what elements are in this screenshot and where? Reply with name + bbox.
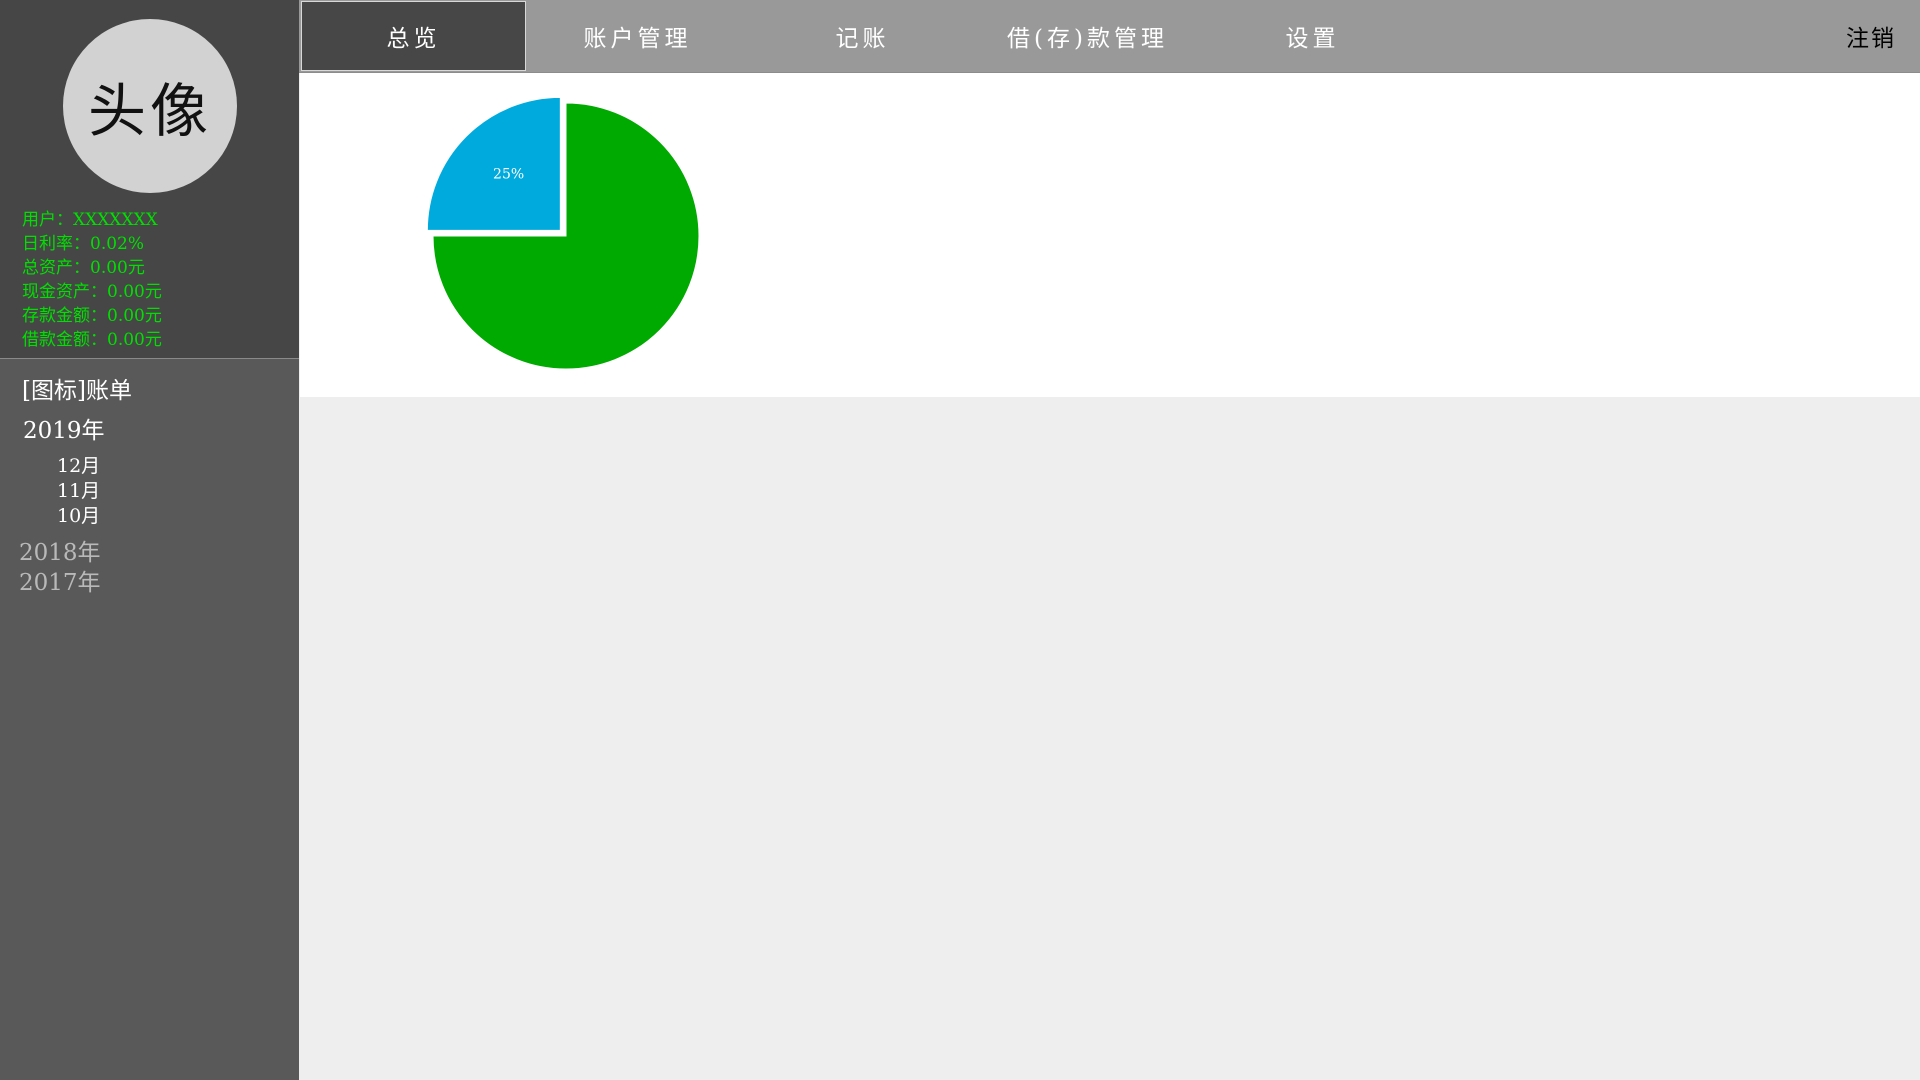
info-loan-amount: 借款金额：0.00元 — [22, 330, 162, 350]
tab-bookkeeping[interactable]: 记账 — [750, 0, 975, 72]
avatar[interactable]: 头像 — [63, 19, 237, 193]
pie-slice-label-0: 25% — [493, 167, 524, 183]
year-2019[interactable]: 2019年 — [23, 411, 105, 445]
month-item-11[interactable]: 11月 — [57, 479, 100, 504]
month-item-10[interactable]: 10月 — [57, 504, 100, 529]
tab-overview[interactable]: 总览 — [301, 1, 526, 71]
tab-account-management[interactable]: 账户管理 — [525, 0, 750, 72]
info-user: 用户：XXXXXXX — [22, 210, 158, 230]
year-2017[interactable]: 2017年 — [19, 563, 101, 597]
top-nav: 总览 账户管理 记账 借(存)款管理 设置 注销 — [299, 0, 1920, 73]
pie-slice-0 — [426, 96, 561, 231]
logout-button[interactable]: 注销 — [1846, 0, 1896, 72]
info-daily-rate: 日利率：0.02% — [22, 234, 145, 254]
account-info: 用户：XXXXXXX 日利率：0.02% 总资产：0.00元 现金资产：0.00… — [22, 208, 162, 352]
month-item-12[interactable]: 12月 — [57, 454, 100, 479]
info-deposit-amount: 存款金额：0.00元 — [22, 306, 162, 326]
sidebar: 头像 用户：XXXXXXX 日利率：0.02% 总资产：0.00元 现金资产：0… — [0, 0, 299, 1080]
info-cash-assets: 现金资产：0.00元 — [22, 282, 162, 302]
info-total-assets: 总资产：0.00元 — [22, 258, 145, 278]
bills-title: [图标]账单 — [22, 378, 132, 404]
profile-panel: 头像 用户：XXXXXXX 日利率：0.02% 总资产：0.00元 现金资产：0… — [0, 0, 299, 359]
overview-chart-panel: 25% — [300, 73, 1920, 397]
asset-pie-chart: 25% — [426, 96, 700, 370]
month-list: 12月 11月 10月 — [57, 454, 100, 529]
tab-loan-deposit-management[interactable]: 借(存)款管理 — [975, 0, 1200, 72]
tab-settings[interactable]: 设置 — [1200, 0, 1425, 72]
year-2018[interactable]: 2018年 — [19, 533, 101, 567]
